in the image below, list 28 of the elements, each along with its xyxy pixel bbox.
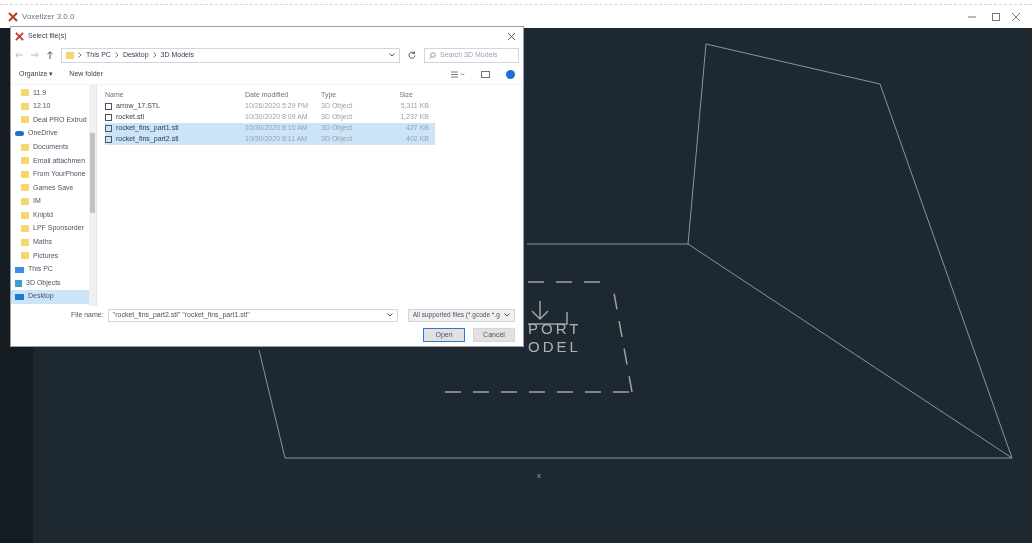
import-model-label[interactable]: PORT <box>528 320 582 338</box>
caret-icon[interactable] <box>389 53 395 57</box>
chevron-icon <box>114 52 119 58</box>
preview-pane-icon[interactable] <box>481 71 490 78</box>
close-icon[interactable] <box>1012 12 1020 21</box>
maximize-icon[interactable] <box>992 12 1000 21</box>
help-icon[interactable] <box>506 70 515 79</box>
refresh-icon[interactable] <box>408 51 416 59</box>
scrollbar[interactable] <box>89 85 96 306</box>
close-icon[interactable] <box>508 32 515 40</box>
up-arrow-icon[interactable] <box>47 51 53 59</box>
app-logo-icon <box>15 31 24 41</box>
folder-icon <box>66 51 74 59</box>
origin-mark: x <box>537 470 541 482</box>
desktop-icon <box>15 293 24 300</box>
view-options-icon[interactable] <box>451 71 465 78</box>
cloud-icon <box>15 131 24 137</box>
caret-icon <box>504 313 510 317</box>
chevron-icon <box>152 52 157 58</box>
app-logo-icon <box>8 11 18 22</box>
caret-icon <box>386 313 393 317</box>
chevron-icon <box>78 52 82 58</box>
cube-icon <box>15 279 22 287</box>
search-icon <box>429 51 436 59</box>
window-title: Voxelizer 3.0.0 <box>22 10 75 23</box>
import-model-label[interactable]: ODEL <box>528 338 581 356</box>
computer-icon <box>15 266 24 273</box>
download-arrow-icon <box>527 300 568 325</box>
